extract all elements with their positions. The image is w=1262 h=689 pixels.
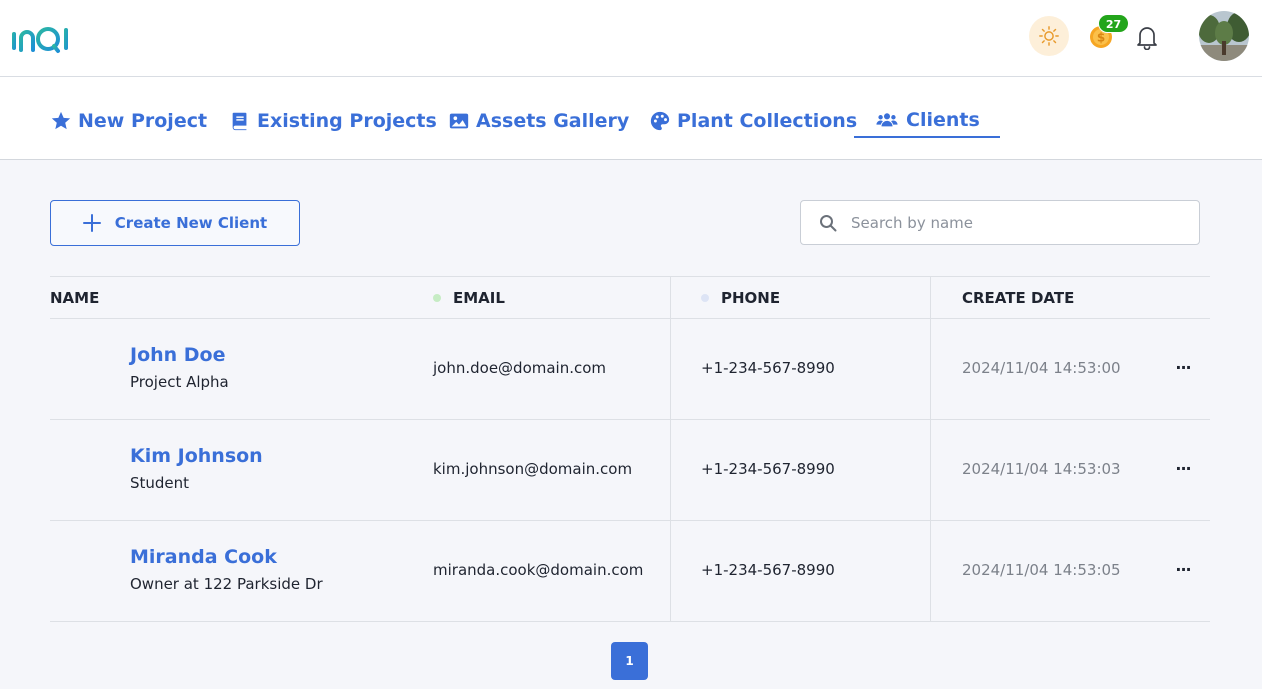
column-divider	[670, 277, 671, 319]
bell-icon[interactable]	[1135, 24, 1159, 50]
search-box	[800, 200, 1200, 245]
tab-existing-projects[interactable]: Existing Projects	[229, 103, 437, 139]
client-subtitle: Student	[130, 474, 190, 492]
table-header: NAME EMAIL PHONE CREATE DATE	[50, 276, 1210, 319]
tab-assets-gallery[interactable]: Assets Gallery	[448, 103, 629, 139]
user-avatar[interactable]	[1199, 11, 1249, 61]
pagination-page-button[interactable]: 1	[611, 642, 648, 680]
row-more-button[interactable]: ···	[1172, 557, 1194, 581]
client-create-date: 2024/11/04 14:53:05	[962, 561, 1121, 579]
header-create-date[interactable]: CREATE DATE	[962, 277, 1074, 319]
tab-label: Plant Collections	[677, 110, 858, 132]
column-divider	[670, 319, 671, 419]
tab-plant-collections[interactable]: Plant Collections	[649, 103, 857, 139]
search-icon	[820, 215, 837, 232]
header-phone-label: PHONE	[721, 289, 781, 307]
coin-count-badge: 27	[1098, 14, 1129, 33]
client-email: john.doe@domain.com	[433, 359, 607, 377]
main-navigation: New Project Existing Projects Assets Gal…	[0, 77, 1262, 160]
client-create-date: 2024/11/04 14:53:00	[962, 359, 1121, 377]
tab-label: Clients	[906, 108, 980, 131]
create-new-client-button[interactable]: Create New Client	[50, 200, 300, 246]
plus-icon	[82, 214, 101, 232]
table-row[interactable]: Miranda Cook Owner at 122 Parkside Dr mi…	[50, 521, 1210, 622]
book-icon	[232, 112, 247, 131]
palette-icon	[650, 111, 670, 131]
tab-label: Existing Projects	[257, 110, 437, 132]
header-email-label: EMAIL	[453, 289, 505, 307]
image-icon	[449, 113, 469, 129]
tab-label: Assets Gallery	[476, 110, 630, 132]
client-name[interactable]: John Doe	[130, 344, 226, 366]
client-subtitle: Owner at 122 Parkside Dr	[130, 575, 323, 593]
column-divider	[930, 420, 931, 520]
client-phone: +1-234-567-8990	[701, 359, 835, 377]
phone-status-dot	[701, 294, 709, 302]
client-name[interactable]: Miranda Cook	[130, 546, 277, 568]
column-divider	[670, 420, 671, 520]
table-row[interactable]: John Doe Project Alpha john.doe@domain.c…	[50, 319, 1210, 420]
row-more-button[interactable]: ···	[1172, 355, 1194, 379]
column-divider	[670, 521, 671, 621]
header-name[interactable]: NAME	[50, 277, 99, 319]
table-row[interactable]: Kim Johnson Student kim.johnson@domain.c…	[50, 420, 1210, 521]
sun-icon	[1039, 26, 1059, 46]
header-email[interactable]: EMAIL	[433, 277, 505, 319]
email-status-dot	[433, 294, 441, 302]
column-divider	[930, 277, 931, 319]
column-divider	[930, 521, 931, 621]
top-bar: $ 27	[0, 0, 1262, 77]
client-name[interactable]: Kim Johnson	[130, 445, 263, 467]
client-subtitle: Project Alpha	[130, 373, 229, 391]
row-more-button[interactable]: ···	[1172, 456, 1194, 480]
tab-new-project[interactable]: New Project	[50, 103, 207, 139]
search-input[interactable]	[851, 211, 1181, 235]
client-phone: +1-234-567-8990	[701, 561, 835, 579]
inqi-logo[interactable]	[10, 22, 74, 54]
create-new-client-label: Create New Client	[114, 214, 268, 232]
client-phone: +1-234-567-8990	[701, 460, 835, 478]
theme-toggle-button[interactable]	[1029, 16, 1069, 56]
star-icon	[51, 111, 71, 130]
header-phone[interactable]: PHONE	[701, 277, 780, 319]
tab-label: New Project	[78, 110, 208, 132]
column-divider	[930, 319, 931, 419]
client-email: miranda.cook@domain.com	[433, 561, 644, 579]
clients-table: NAME EMAIL PHONE CREATE DATE John Doe Pr…	[50, 276, 1210, 622]
client-email: kim.johnson@domain.com	[433, 460, 633, 478]
users-icon	[876, 112, 898, 126]
client-create-date: 2024/11/04 14:53:03	[962, 460, 1121, 478]
tab-clients[interactable]: Clients	[854, 103, 1000, 138]
